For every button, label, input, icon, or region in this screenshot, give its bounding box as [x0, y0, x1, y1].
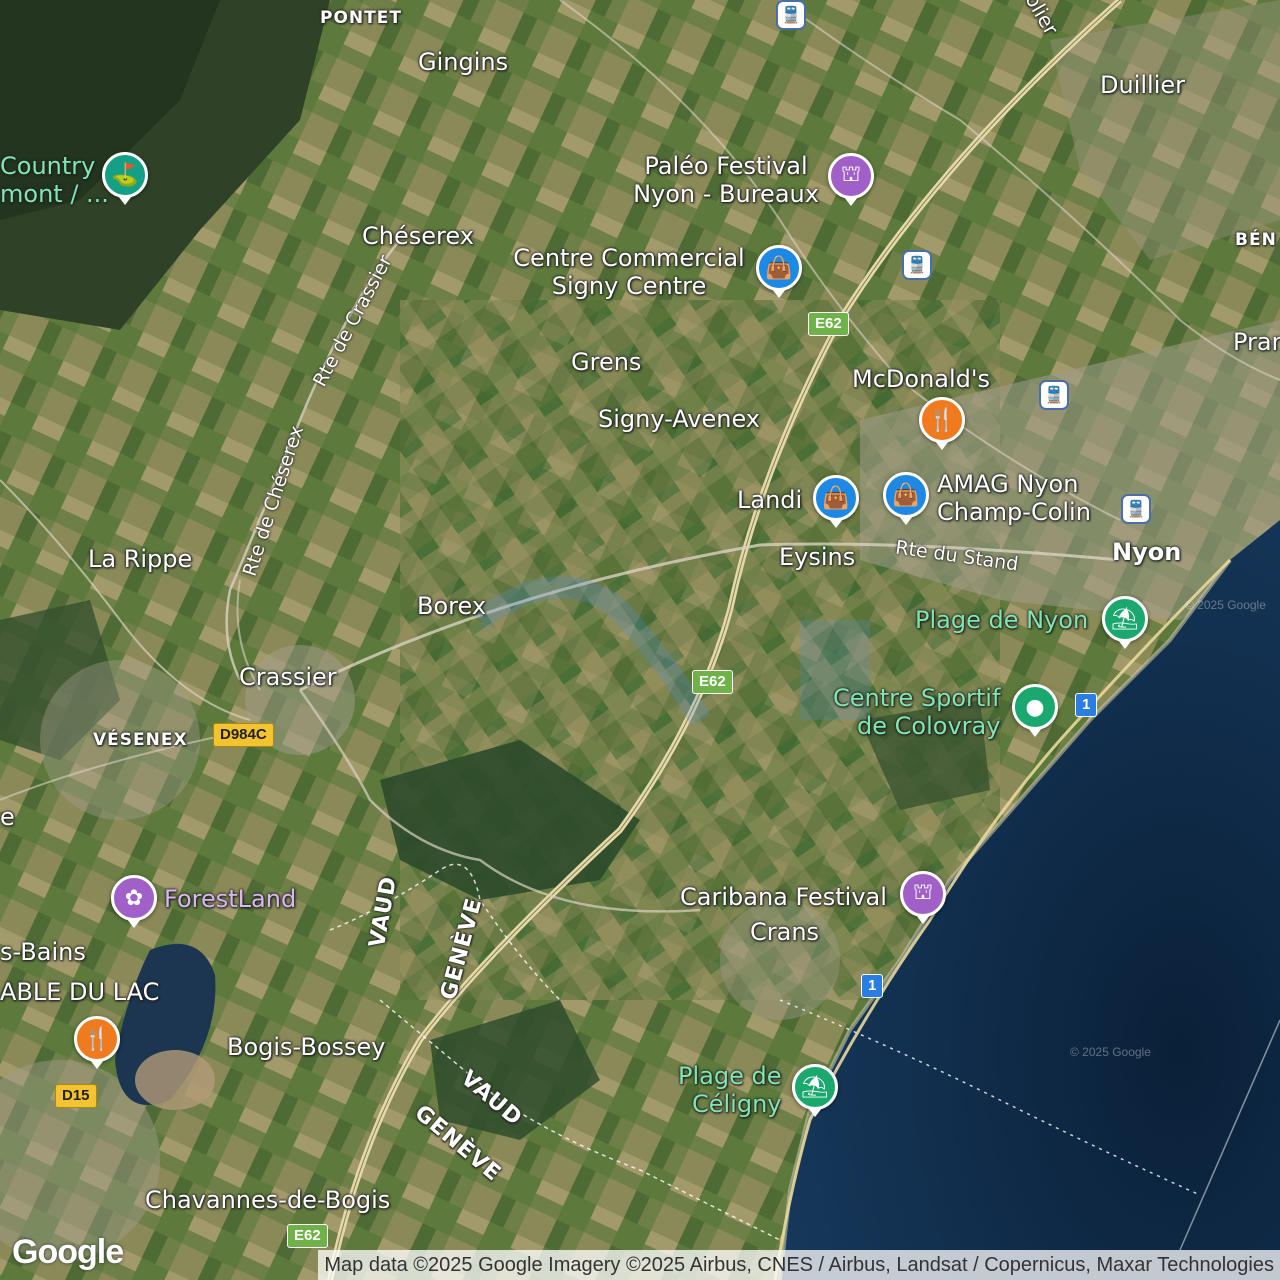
place-duillier: Duillier — [1100, 71, 1185, 99]
place-nyon: Nyon — [1112, 538, 1182, 566]
theme-park-icon[interactable]: ✿ — [111, 875, 157, 921]
place-bains: s-Bains — [0, 938, 86, 966]
shopping-bag-icon[interactable]: 👜 — [756, 245, 802, 291]
restaurant-icon[interactable]: 🍴 — [919, 397, 965, 443]
shield-e62-top: E62 — [808, 312, 849, 336]
shield-route-1-top: 1 — [1075, 693, 1098, 717]
poi-plage-nyon-label[interactable]: Plage de Nyon — [915, 606, 1088, 634]
place-cheserex: Chéserex — [362, 222, 474, 250]
poi-mcdonalds-label[interactable]: McDonald's — [852, 365, 990, 393]
imagery-watermark: © 2025 Google — [1070, 1045, 1151, 1059]
place-able-du-lac: ABLE DU LAC — [0, 978, 160, 1006]
poi-amag-label[interactable]: AMAG Nyon Champ-Colin — [937, 470, 1091, 526]
golf-icon[interactable]: ⛳ — [102, 152, 148, 198]
shopping-bag-icon[interactable]: 👜 — [883, 472, 929, 518]
place-signy-avenex: Signy-Avenex — [598, 405, 760, 433]
monument-icon[interactable]: ⛫ — [828, 153, 874, 199]
poi-paleo-label[interactable]: Paléo Festival Nyon - Bureaux — [633, 152, 819, 208]
train-icon[interactable]: 🚆 — [1039, 380, 1069, 410]
sport-pin-icon[interactable]: ● — [1012, 684, 1058, 730]
restaurant-icon[interactable]: 🍴 — [74, 1016, 120, 1062]
beach-umbrella-icon[interactable]: ⛱ — [792, 1064, 838, 1110]
poi-forestland-label[interactable]: ForestLand — [164, 885, 296, 913]
place-borex: Borex — [417, 592, 487, 620]
train-icon[interactable]: 🚆 — [1121, 494, 1151, 524]
place-pontet: PONTET — [320, 8, 402, 28]
monument-icon[interactable]: ⛫ — [900, 871, 946, 917]
google-logo: Google — [12, 1233, 124, 1271]
shield-e62-mid: E62 — [692, 670, 733, 694]
shield-e62-bottom: E62 — [287, 1224, 328, 1248]
place-ben: BÉN — [1235, 230, 1277, 250]
shield-d984c: D984C — [213, 723, 274, 747]
shopping-bag-icon[interactable]: 👜 — [813, 475, 859, 521]
place-gingins: Gingins — [418, 48, 509, 76]
place-crans: Crans — [750, 918, 820, 946]
place-vesenex: VÉSENEX — [93, 730, 188, 750]
poi-caribana-label[interactable]: Caribana Festival — [680, 883, 887, 911]
place-grens: Grens — [571, 348, 642, 376]
shield-d15: D15 — [55, 1084, 97, 1108]
place-chavannes: Chavannes-de-Bogis — [145, 1186, 391, 1214]
place-la-rippe: La Rippe — [88, 545, 193, 573]
place-crassier: Crassier — [239, 663, 337, 691]
poi-plage-celigny-label[interactable]: Plage de Céligny — [678, 1062, 781, 1118]
imagery-watermark: © 2025 Google — [1185, 598, 1266, 612]
place-eysins: Eysins — [779, 543, 856, 571]
place-e-fragment: e — [0, 803, 15, 831]
place-bogis-bossey: Bogis-Bossey — [227, 1033, 386, 1061]
map-attribution[interactable]: Map data ©2025 Google Imagery ©2025 Airb… — [318, 1250, 1280, 1280]
shield-route-1-bottom: 1 — [861, 974, 884, 998]
beach-umbrella-icon[interactable]: ⛱ — [1102, 596, 1148, 642]
poi-colovray-label[interactable]: Centre Sportif de Colovray — [833, 684, 1000, 740]
train-icon[interactable]: 🚆 — [776, 0, 806, 30]
poi-landi-label[interactable]: Landi — [737, 486, 802, 514]
poi-signy-centre-label[interactable]: Centre Commercial Signy Centre — [513, 244, 744, 300]
place-country-club: Country mont / ... — [0, 152, 109, 208]
place-pran: Pran — [1233, 328, 1280, 356]
train-icon[interactable]: 🚆 — [902, 250, 932, 280]
